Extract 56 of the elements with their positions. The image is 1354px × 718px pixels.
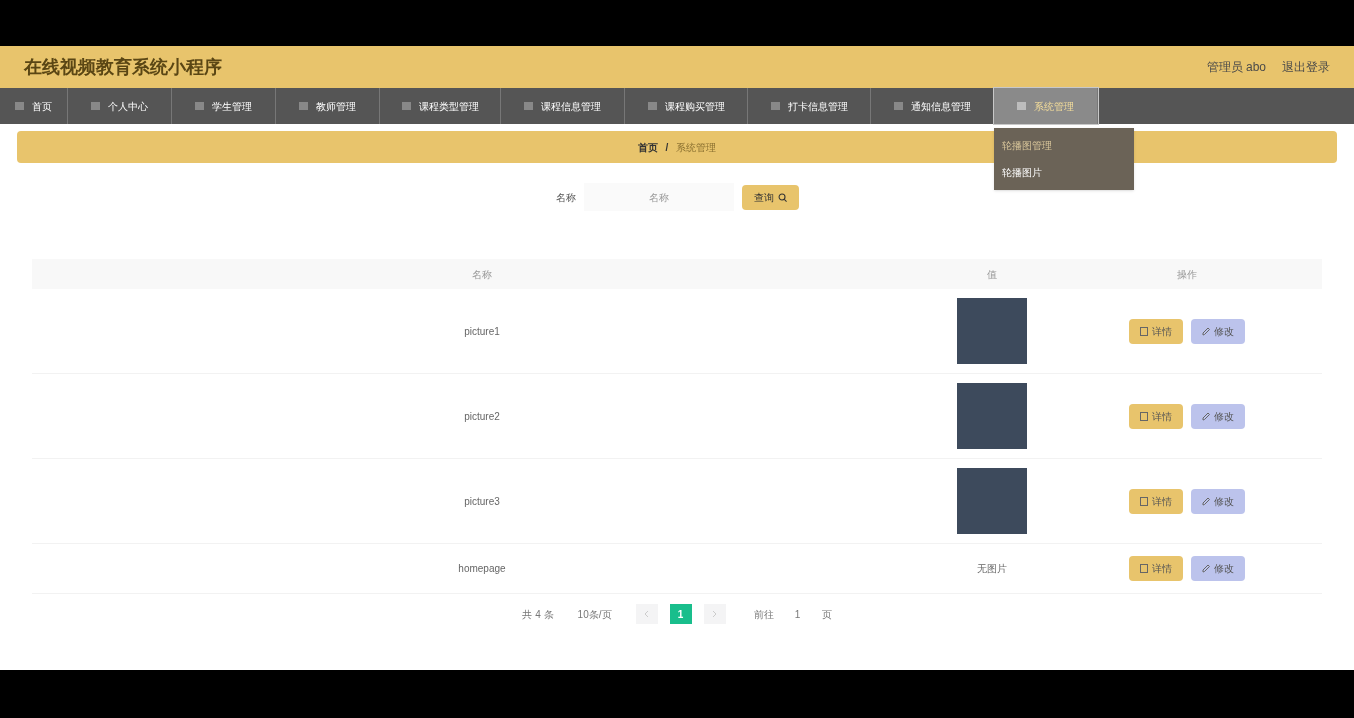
total-count: 共 4 条	[522, 607, 554, 622]
table-cell: picture1	[464, 325, 500, 337]
page-size-select[interactable]: 10条/页	[577, 606, 612, 622]
dropdown-item[interactable]: 轮播图管理	[994, 132, 1134, 159]
photo-placeholder	[957, 298, 1027, 364]
table-cell-text: 无图片	[977, 562, 1007, 576]
prev-page-button[interactable]	[635, 604, 658, 624]
detail-button[interactable]: 详情	[1129, 403, 1183, 429]
table-cell: picture3	[464, 495, 500, 507]
edit-button[interactable]: 修改	[1191, 403, 1245, 429]
document-icon	[1140, 326, 1148, 336]
search-icon	[777, 192, 787, 202]
page-suffix: 页	[821, 607, 832, 622]
edit-button[interactable]: 修改	[1191, 488, 1245, 514]
column-header: 名称	[472, 268, 492, 280]
pencil-icon	[1202, 564, 1210, 573]
detail-button[interactable]: 详情	[1129, 318, 1183, 344]
goto-label: 前往	[753, 607, 774, 622]
document-icon	[1140, 496, 1148, 506]
nav-tab[interactable]: 学生管理	[172, 88, 276, 124]
document-icon	[1140, 564, 1148, 573]
edit-button[interactable]: 修改	[1191, 318, 1245, 344]
pencil-icon	[1202, 496, 1210, 506]
column-header: 操作	[1177, 268, 1197, 280]
search-field[interactable]: 名称	[583, 183, 734, 211]
pencil-icon	[1202, 411, 1210, 421]
logout-link[interactable]: 退出登录	[1282, 58, 1330, 76]
chevron-right-icon	[712, 610, 717, 618]
nav-tab[interactable]: 课程类型管理	[380, 88, 501, 124]
table-cell: picture2	[464, 410, 500, 422]
nav-tab[interactable]: 个人中心	[68, 88, 172, 124]
nav-tab[interactable]: 课程信息管理	[501, 88, 625, 124]
table-cell: homepage	[458, 563, 506, 574]
photo-placeholder	[957, 383, 1027, 449]
edit-button[interactable]: 修改	[1191, 556, 1245, 581]
nav-tab[interactable]: 课程购买管理	[625, 88, 748, 124]
app-title: 在线视频教育系统小程序	[24, 55, 222, 79]
dropdown-item[interactable]: 轮播图片	[994, 159, 1134, 186]
search-label: 名称	[555, 190, 576, 205]
detail-button[interactable]: 详情	[1129, 556, 1183, 581]
breadcrumb-current: 系统管理	[676, 140, 717, 155]
breadcrumb-separator: /	[665, 140, 669, 155]
nav-tab[interactable]: 教师管理	[276, 88, 380, 124]
chevron-left-icon	[644, 610, 649, 618]
page-input[interactable]: 1	[785, 606, 810, 622]
pencil-icon	[1202, 326, 1210, 336]
detail-button[interactable]: 详情	[1129, 488, 1183, 514]
search-button[interactable]: 查询	[741, 184, 799, 210]
nav-tab[interactable]: 首页	[0, 88, 68, 124]
photo-placeholder	[957, 468, 1027, 534]
user-label: 管理员 abo	[1206, 59, 1266, 76]
nav-tab[interactable]: 打卡信息管理	[748, 88, 871, 124]
breadcrumb-link[interactable]: 首页	[637, 139, 658, 155]
column-header: 值	[987, 268, 997, 280]
next-page-button[interactable]	[703, 604, 726, 624]
document-icon	[1140, 411, 1148, 421]
